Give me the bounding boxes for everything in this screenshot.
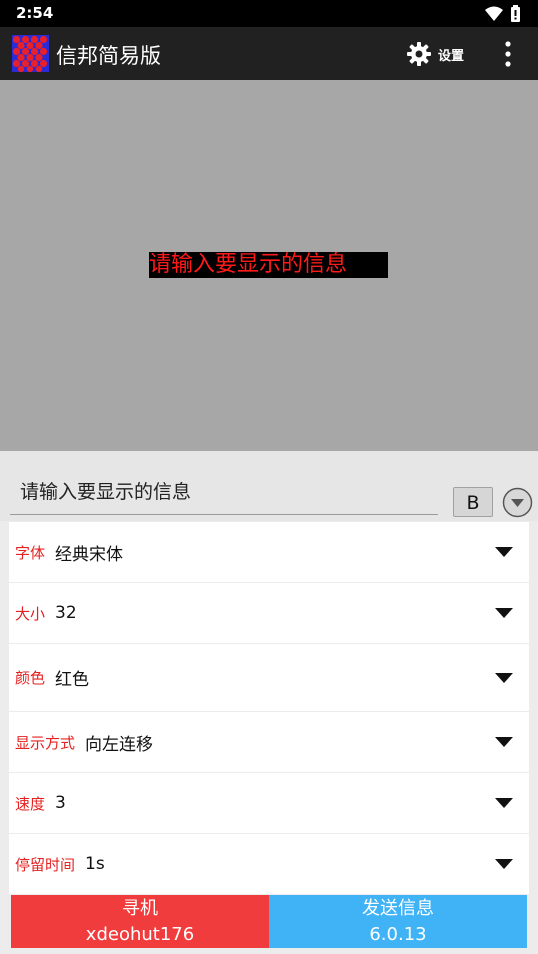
dropdown-arrow-icon xyxy=(495,798,513,808)
find-label: 寻机 xyxy=(122,898,158,919)
dropdown-arrow-icon xyxy=(495,859,513,869)
status-time: 2:54 xyxy=(16,4,54,22)
settings-button[interactable]: 设置 xyxy=(406,40,464,68)
find-device-button[interactable]: 寻机 xdeohut176 xyxy=(11,895,269,948)
setting-label: 大小 xyxy=(15,604,46,623)
app-title: 信邦简易版 xyxy=(56,44,161,68)
setting-label: 停留时间 xyxy=(15,855,76,874)
setting-label: 显示方式 xyxy=(15,733,76,752)
settings-label: 设置 xyxy=(438,48,465,64)
expand-circle-icon[interactable] xyxy=(502,487,533,518)
send-label: 发送信息 xyxy=(362,898,434,919)
setting-row-font[interactable]: 字体 经典宋体 xyxy=(9,522,529,582)
setting-value: 3 xyxy=(55,793,66,813)
gear-icon xyxy=(407,42,431,66)
app-bar: 信邦简易版 设置 xyxy=(0,27,538,80)
message-input[interactable] xyxy=(10,469,438,515)
setting-row-color[interactable]: 颜色 红色 xyxy=(9,644,529,711)
app-logo-icon xyxy=(12,35,49,72)
dropdown-arrow-icon xyxy=(495,737,513,747)
setting-value: 红色 xyxy=(55,670,90,690)
setting-label: 字体 xyxy=(15,543,46,562)
settings-list: 字体 经典宋体 大小 32 颜色 红色 显示方式 向左连移 速度 3 停留时间 … xyxy=(9,522,529,895)
battery-icon xyxy=(511,5,520,22)
setting-value: 1s xyxy=(85,854,105,874)
dropdown-arrow-icon xyxy=(495,608,513,618)
device-id: xdeohut176 xyxy=(85,924,195,945)
setting-row-dwell-time[interactable]: 停留时间 1s xyxy=(9,834,529,894)
setting-row-display-mode[interactable]: 显示方式 向左连移 xyxy=(9,712,529,772)
led-preview-area: 请输入要显示的信息 xyxy=(0,80,538,451)
dropdown-arrow-icon xyxy=(495,672,513,683)
bottom-bar: 寻机 xdeohut176 发送信息 6.0.13 xyxy=(11,895,527,948)
wifi-icon xyxy=(485,6,503,21)
status-bar: 2:54 xyxy=(0,0,538,27)
bold-button[interactable]: B xyxy=(453,487,493,517)
setting-value: 32 xyxy=(55,603,77,623)
send-message-button[interactable]: 发送信息 6.0.13 xyxy=(269,895,527,948)
setting-label: 颜色 xyxy=(15,669,46,687)
message-area: B xyxy=(0,451,538,521)
led-preview-text: 请输入要显示的信息 xyxy=(149,252,388,278)
setting-row-speed[interactable]: 速度 3 xyxy=(9,773,529,833)
setting-value: 经典宋体 xyxy=(55,544,124,565)
app-version: 6.0.13 xyxy=(369,924,427,945)
status-icons xyxy=(484,5,524,23)
setting-value: 向左连移 xyxy=(85,734,154,755)
more-vert-icon[interactable] xyxy=(498,40,518,68)
setting-row-size[interactable]: 大小 32 xyxy=(9,583,529,643)
setting-label: 速度 xyxy=(15,794,46,813)
dropdown-arrow-icon xyxy=(495,547,513,557)
